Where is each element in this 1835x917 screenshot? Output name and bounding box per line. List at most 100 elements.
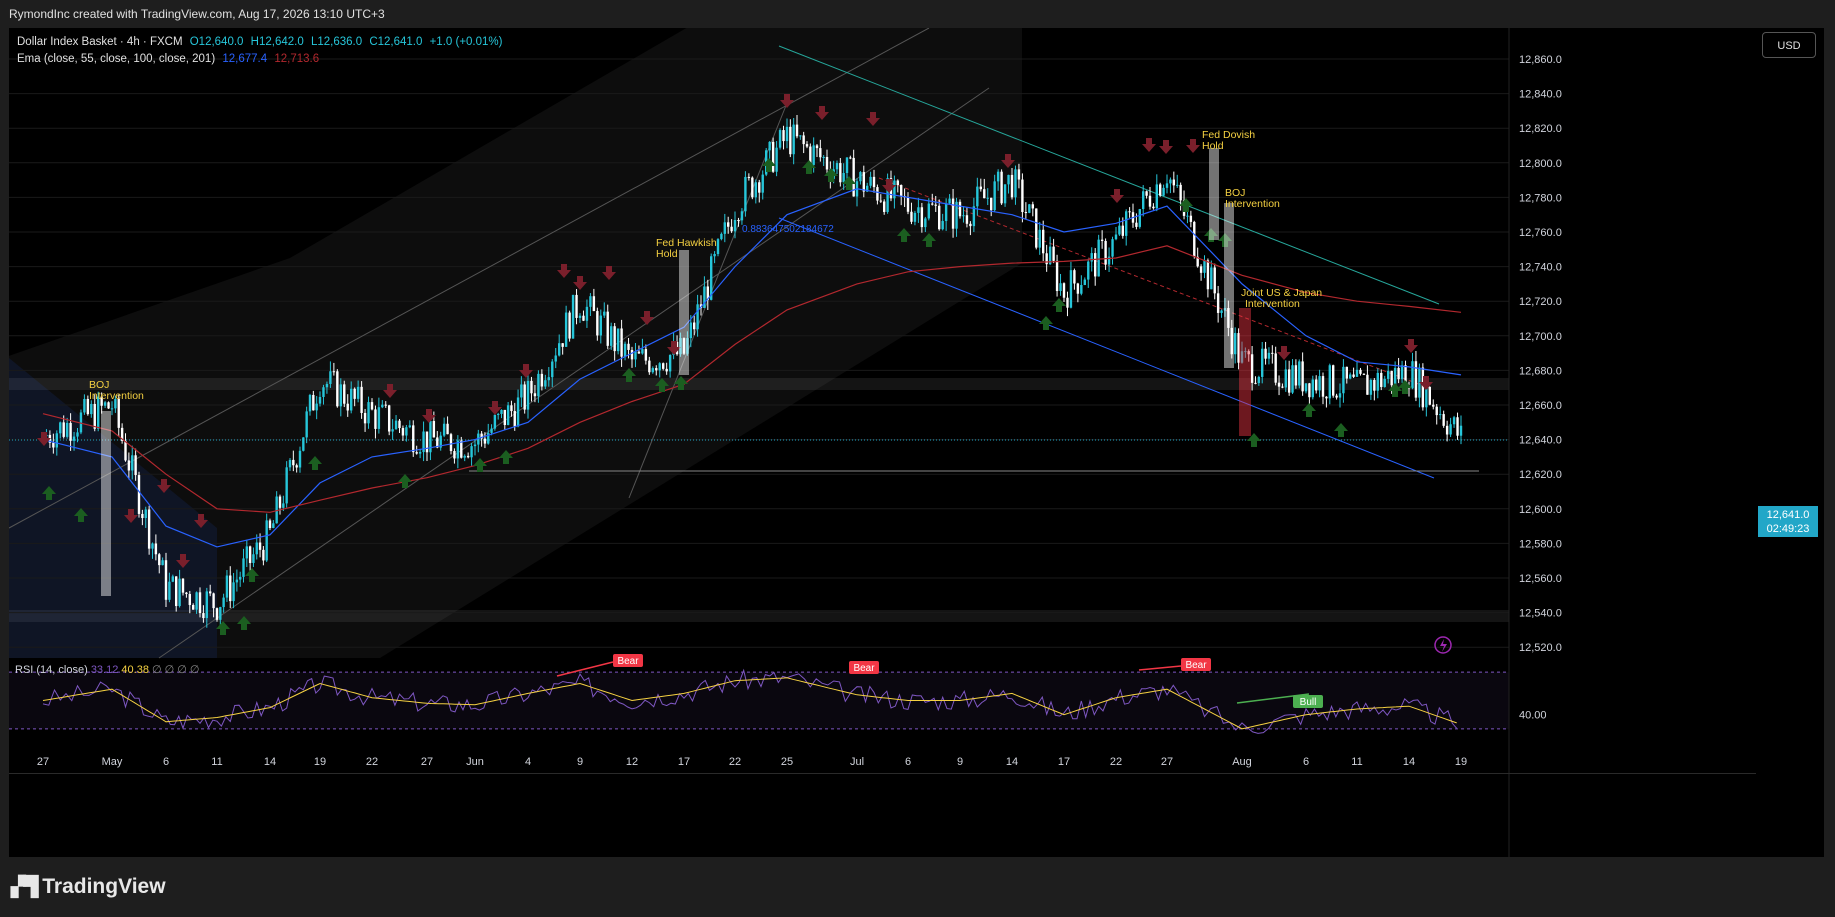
candle (1298, 361, 1301, 386)
candle (1362, 373, 1366, 375)
candle (747, 176, 751, 178)
candle (1352, 374, 1355, 377)
candle (131, 455, 134, 471)
candle (822, 156, 825, 158)
candle (849, 157, 852, 159)
candle (1369, 380, 1373, 395)
pane-separator[interactable] (9, 773, 1756, 774)
candle (596, 311, 599, 336)
candle (1076, 283, 1080, 294)
candle (1210, 267, 1213, 290)
candle (178, 578, 181, 607)
candle (1387, 370, 1390, 379)
candle (610, 326, 613, 346)
candle (483, 438, 487, 444)
candle (1315, 379, 1318, 391)
candle (1393, 367, 1397, 386)
candle (490, 428, 493, 433)
chart-area[interactable]: BOJ Intervention Fed Hawkish Hold Fed Dovish… (9, 28, 1824, 857)
candle (561, 343, 564, 347)
candle (1421, 367, 1425, 408)
ema55-value: 12,677.4 (222, 53, 268, 65)
candle (493, 414, 497, 429)
candle (1021, 179, 1024, 213)
candle (117, 399, 120, 428)
candle (500, 409, 503, 414)
candle (730, 226, 733, 232)
candle (198, 592, 202, 614)
candle (1142, 191, 1145, 210)
candle (592, 296, 596, 312)
candle (83, 398, 86, 413)
event-bar (679, 250, 689, 375)
candle (1435, 406, 1438, 416)
candle (1121, 225, 1124, 236)
candle (795, 124, 799, 137)
price-axis-label: 12,860.0 (1519, 54, 1562, 66)
price-axis-label: 12,820.0 (1519, 123, 1562, 135)
symbol-label[interactable]: Dollar Index Basket · 4h · FXCM (17, 36, 183, 48)
time-axis-label: 9 (957, 756, 963, 768)
time-axis-label: 19 (1455, 756, 1467, 768)
time-axis-label: 27 (1161, 756, 1173, 768)
candle (1169, 179, 1172, 184)
candle (506, 405, 510, 426)
candle (789, 126, 792, 155)
candle (1003, 184, 1007, 204)
candle (1332, 365, 1335, 396)
candle (934, 204, 937, 206)
candle (568, 312, 571, 339)
candle (76, 432, 79, 437)
candle (503, 409, 507, 426)
candle (516, 397, 520, 427)
candle (1456, 417, 1459, 436)
footer (0, 857, 1835, 917)
open-value: O12,640.0 (189, 36, 244, 48)
candle (1449, 424, 1452, 435)
candle (168, 581, 171, 600)
last-price-label: 12,641.0 02:49:23 (1758, 506, 1818, 537)
candle (1155, 184, 1158, 209)
candle (137, 475, 141, 514)
candle (1138, 209, 1141, 227)
candle (381, 404, 384, 408)
candle (1128, 211, 1131, 213)
time-axis-label: 25 (781, 756, 793, 768)
candle (1199, 266, 1203, 273)
candle (205, 591, 208, 619)
candle (1087, 261, 1090, 280)
currency-button[interactable]: USD (1762, 32, 1816, 58)
candle (336, 371, 339, 407)
candle (1366, 374, 1369, 395)
candle (1073, 270, 1076, 284)
candle (1318, 376, 1321, 391)
candle (983, 189, 986, 199)
candle (232, 582, 235, 602)
candle (103, 402, 107, 406)
candle (339, 384, 342, 407)
annotation-line: Intervention (89, 390, 144, 402)
candle (1414, 361, 1418, 398)
candle (1176, 184, 1179, 186)
ema-label[interactable]: Ema (close, 55, close, 100, close, 201) (17, 53, 215, 65)
time-axis-label: Jun (466, 756, 484, 768)
candle (175, 576, 178, 607)
price-chart[interactable]: BOJ InterventionFed Hawkish HoldFed Dovish… (9, 28, 1824, 857)
candle (90, 403, 93, 415)
candle (1148, 195, 1152, 207)
candle (1459, 425, 1463, 436)
event-bar (1239, 308, 1251, 436)
candle (1179, 184, 1182, 201)
candle (720, 233, 723, 240)
candle (523, 384, 526, 410)
candle (564, 312, 568, 347)
candle (616, 328, 620, 352)
candle (958, 201, 962, 217)
time-axis-label: 12 (626, 756, 638, 768)
time-axis-label: 11 (211, 756, 222, 768)
candle (255, 542, 258, 555)
candle (1274, 353, 1277, 383)
candle (613, 326, 616, 352)
candle (941, 221, 944, 230)
candle (1261, 348, 1264, 377)
